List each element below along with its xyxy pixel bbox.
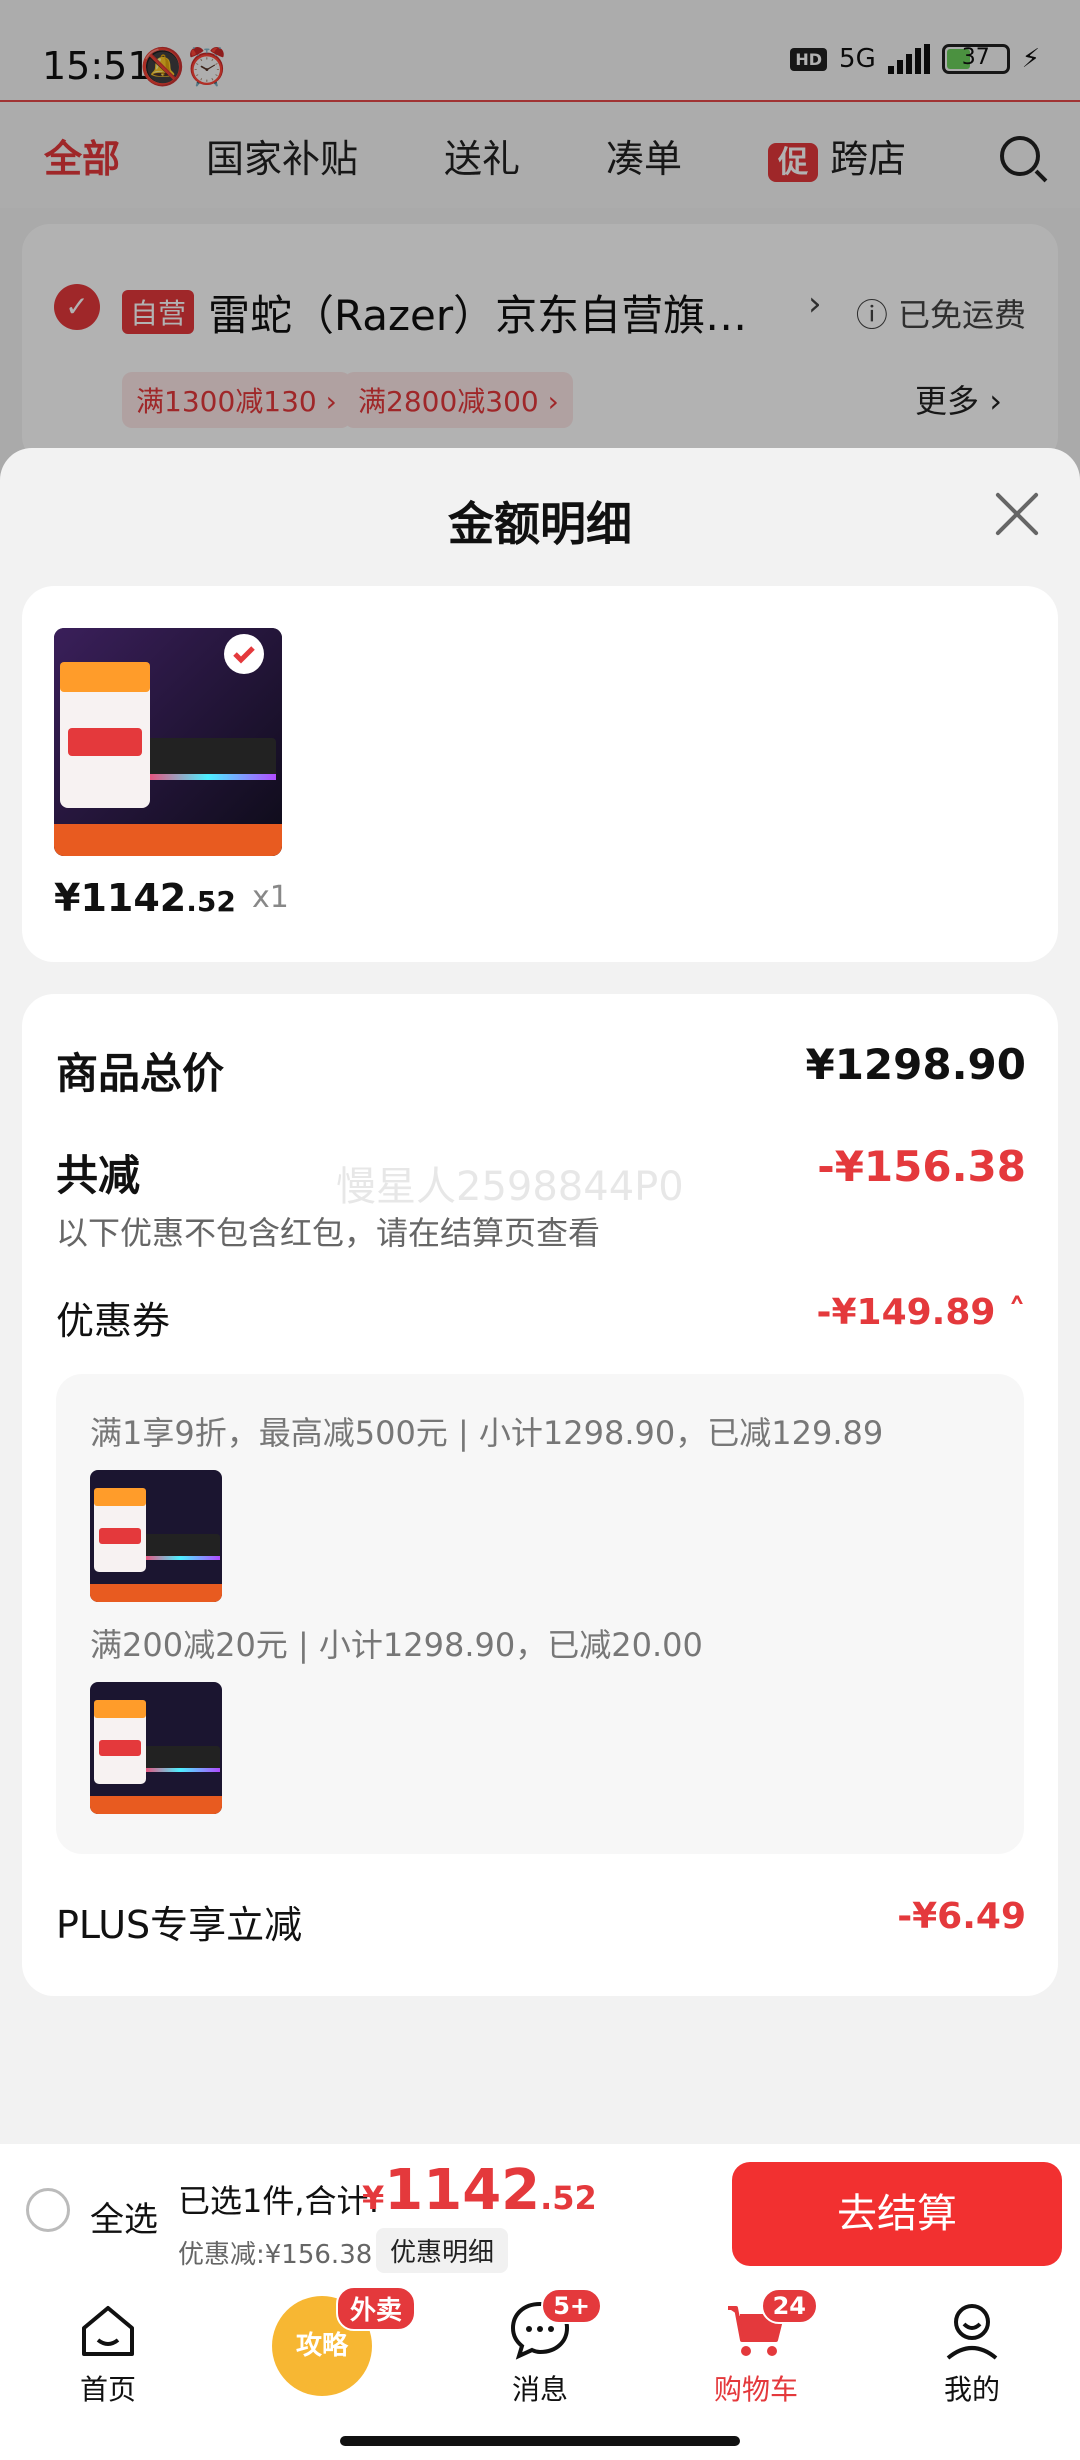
home-icon [76,2298,140,2362]
product-price-main: ¥1142 [54,876,187,920]
bottom-nav: 首页 5+ 消息 24 购物车 我的 [0,2284,1080,2460]
discount-note: 以下优惠不包含红包，请在结算页查看 [56,1214,601,1252]
product-card: ¥1142.52 x1 [22,586,1058,962]
nav-home-label: 首页 [79,2373,136,2406]
selected-summary: 已选1件,合计: [178,2182,380,2220]
nav-cart[interactable]: 24 购物车 [686,2288,826,2408]
product-price: ¥1142.52 [54,876,236,920]
plus-discount-value: -¥6.49 [897,1896,1026,1937]
checkout-button[interactable]: 去结算 [732,2162,1062,2266]
coupon-rule-2-product-image [90,1682,222,1814]
discount-value: -¥156.38 [817,1142,1026,1191]
coupon-rule-2: 满200减20元 | 小计1298.90，已减20.00 [90,1626,703,1664]
amount-detail-sheet: 金额明细 ¥1142.52 x1 商品总价 ¥1298.90 慢星人259884… [0,448,1080,2148]
summary-card: 商品总价 ¥1298.90 慢星人2598844P0 共减 -¥156.38 以… [22,994,1058,1996]
cart-icon: 24 [724,2288,818,2362]
nav-messages[interactable]: 5+ 消息 [470,2288,610,2408]
discount-detail-button[interactable]: 优惠明细 [376,2228,509,2273]
total-price-yen: ¥ [362,2179,385,2217]
message-icon: 5+ [508,2288,602,2362]
select-all-radio[interactable] [26,2188,70,2232]
total-price: ¥1142.52 [362,2158,597,2223]
cart-badge: 24 [760,2288,818,2324]
nav-cart-label: 购物车 [713,2373,798,2406]
product-image [54,628,282,856]
product-quantity: x1 [252,880,289,915]
select-all-label[interactable]: 全选 [90,2192,158,2241]
coupon-value[interactable]: -¥149.89 ˄ [817,1292,1026,1333]
close-icon[interactable] [988,488,1040,540]
product-price-frac: .52 [186,885,236,918]
home-indicator [340,2436,740,2446]
coupon-label: 优惠券 [56,1299,171,1343]
total-price-label: 商品总价 [56,1049,225,1098]
messages-badge: 5+ [541,2288,602,2324]
nav-home[interactable]: 首页 [38,2298,178,2408]
plus-discount-label: PLUS专享立减 [56,1903,303,1947]
profile-icon [940,2298,1004,2362]
watermark: 慢星人2598844P0 [336,1164,684,1210]
nav-messages-label: 消息 [511,2373,568,2406]
sheet-title: 金额明细 [448,497,632,551]
coupon-rule-1: 满1享9折，最高减500元 | 小计1298.90，已减129.89 [90,1414,884,1452]
discount-summary: 优惠减:¥156.38 [178,2240,373,2270]
total-price-main: 1142 [384,2158,541,2223]
coupon-breakdown: 满1享9折，最高减500元 | 小计1298.90，已减129.89 满200减… [56,1374,1024,1854]
coupon-rule-1-product-image [90,1470,222,1602]
nav-mine[interactable]: 我的 [902,2298,1042,2408]
discount-label: 共减 [56,1151,141,1200]
total-price-value: ¥1298.90 [805,1040,1026,1089]
checkout-bar: 全选 已选1件,合计: ¥1142.52 优惠减:¥156.38 优惠明细 去结… [0,2144,1080,2284]
takeout-badge[interactable]: 外卖 [336,2286,417,2331]
total-price-frac: .52 [540,2179,597,2217]
nav-mine-label: 我的 [943,2373,1000,2406]
